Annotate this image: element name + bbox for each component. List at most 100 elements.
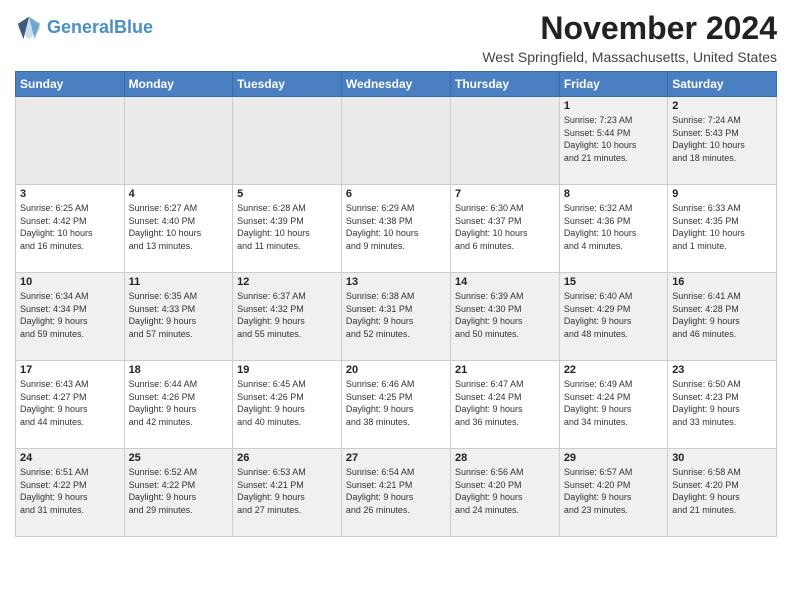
day-number: 2 <box>672 100 772 112</box>
day-number: 1 <box>564 100 663 112</box>
day-info: Sunrise: 6:38 AM Sunset: 4:31 PM Dayligh… <box>346 290 446 340</box>
day-number: 7 <box>455 188 555 200</box>
col-header-thursday: Thursday <box>450 72 559 97</box>
col-header-monday: Monday <box>124 72 233 97</box>
calendar-cell: 14 Sunrise: 6:39 AM Sunset: 4:30 PM Dayli… <box>450 273 559 361</box>
day-number: 11 <box>129 276 229 288</box>
calendar-cell: 4 Sunrise: 6:27 AM Sunset: 4:40 PM Daylig… <box>124 185 233 273</box>
calendar-cell: 8 Sunrise: 6:32 AM Sunset: 4:36 PM Daylig… <box>559 185 667 273</box>
month-title: November 2024 <box>482 10 777 47</box>
day-info: Sunrise: 6:39 AM Sunset: 4:30 PM Dayligh… <box>455 290 555 340</box>
calendar-cell: 17Sunrise: 6:43 AM Sunset: 4:27 PM Dayli… <box>16 361 125 449</box>
calendar-cell: 16 Sunrise: 6:41 AM Sunset: 4:28 PM Dayli… <box>668 273 777 361</box>
day-info: Sunrise: 6:52 AM Sunset: 4:22 PM Dayligh… <box>129 466 229 516</box>
calendar-table: SundayMondayTuesdayWednesdayThursdayFrid… <box>15 71 777 537</box>
day-info: Sunrise: 6:44 AM Sunset: 4:26 PM Dayligh… <box>129 378 229 428</box>
day-info: Sunrise: 6:46 AM Sunset: 4:25 PM Dayligh… <box>346 378 446 428</box>
calendar-cell: 27 Sunrise: 6:54 AM Sunset: 4:21 PM Dayli… <box>341 449 450 537</box>
calendar-cell: 7 Sunrise: 6:30 AM Sunset: 4:37 PM Daylig… <box>450 185 559 273</box>
location-text: West Springfield, Massachusetts, United … <box>482 49 777 65</box>
day-info: Sunrise: 6:28 AM Sunset: 4:39 PM Dayligh… <box>237 202 337 252</box>
col-header-sunday: Sunday <box>16 72 125 97</box>
day-number: 18 <box>129 364 229 376</box>
calendar-week-row: 3 Sunrise: 6:25 AM Sunset: 4:42 PM Daylig… <box>16 185 777 273</box>
title-block: November 2024 West Springfield, Massachu… <box>482 10 777 65</box>
day-number: 6 <box>346 188 446 200</box>
calendar-cell: 11 Sunrise: 6:35 AM Sunset: 4:33 PM Dayli… <box>124 273 233 361</box>
calendar-cell: 15Sunrise: 6:40 AM Sunset: 4:29 PM Dayli… <box>559 273 667 361</box>
day-number: 3 <box>20 188 120 200</box>
day-info: Sunrise: 6:41 AM Sunset: 4:28 PM Dayligh… <box>672 290 772 340</box>
day-number: 28 <box>455 452 555 464</box>
day-number: 5 <box>237 188 337 200</box>
calendar-cell: 10 Sunrise: 6:34 AM Sunset: 4:34 PM Dayli… <box>16 273 125 361</box>
calendar-week-row: 17Sunrise: 6:43 AM Sunset: 4:27 PM Dayli… <box>16 361 777 449</box>
calendar-cell: 12Sunrise: 6:37 AM Sunset: 4:32 PM Dayli… <box>233 273 342 361</box>
day-info: Sunrise: 6:45 AM Sunset: 4:26 PM Dayligh… <box>237 378 337 428</box>
day-number: 17 <box>20 364 120 376</box>
day-number: 27 <box>346 452 446 464</box>
day-number: 9 <box>672 188 772 200</box>
calendar-week-row: 1Sunrise: 7:23 AM Sunset: 5:44 PM Daylig… <box>16 97 777 185</box>
calendar-cell <box>233 97 342 185</box>
col-header-friday: Friday <box>559 72 667 97</box>
calendar-cell: 1Sunrise: 7:23 AM Sunset: 5:44 PM Daylig… <box>559 97 667 185</box>
day-number: 16 <box>672 276 772 288</box>
calendar-cell: 9 Sunrise: 6:33 AM Sunset: 4:35 PM Daylig… <box>668 185 777 273</box>
day-info: Sunrise: 6:35 AM Sunset: 4:33 PM Dayligh… <box>129 290 229 340</box>
day-number: 21 <box>455 364 555 376</box>
day-info: Sunrise: 6:34 AM Sunset: 4:34 PM Dayligh… <box>20 290 120 340</box>
day-number: 8 <box>564 188 663 200</box>
page-header: GeneralBlue November 2024 West Springfie… <box>15 10 777 65</box>
calendar-cell: 30Sunrise: 6:58 AM Sunset: 4:20 PM Dayli… <box>668 449 777 537</box>
col-header-saturday: Saturday <box>668 72 777 97</box>
day-number: 25 <box>129 452 229 464</box>
calendar-cell: 5 Sunrise: 6:28 AM Sunset: 4:39 PM Daylig… <box>233 185 342 273</box>
calendar-cell: 29 Sunrise: 6:57 AM Sunset: 4:20 PM Dayli… <box>559 449 667 537</box>
calendar-cell: 13 Sunrise: 6:38 AM Sunset: 4:31 PM Dayli… <box>341 273 450 361</box>
day-info: Sunrise: 6:47 AM Sunset: 4:24 PM Dayligh… <box>455 378 555 428</box>
calendar-cell <box>124 97 233 185</box>
calendar-cell: 25 Sunrise: 6:52 AM Sunset: 4:22 PM Dayli… <box>124 449 233 537</box>
calendar-cell: 18 Sunrise: 6:44 AM Sunset: 4:26 PM Dayli… <box>124 361 233 449</box>
col-header-tuesday: Tuesday <box>233 72 342 97</box>
calendar-cell: 22 Sunrise: 6:49 AM Sunset: 4:24 PM Dayli… <box>559 361 667 449</box>
day-info: Sunrise: 6:56 AM Sunset: 4:20 PM Dayligh… <box>455 466 555 516</box>
day-number: 10 <box>20 276 120 288</box>
col-header-wednesday: Wednesday <box>341 72 450 97</box>
calendar-cell: 21 Sunrise: 6:47 AM Sunset: 4:24 PM Dayli… <box>450 361 559 449</box>
day-info: Sunrise: 6:32 AM Sunset: 4:36 PM Dayligh… <box>564 202 663 252</box>
calendar-cell: 19 Sunrise: 6:45 AM Sunset: 4:26 PM Dayli… <box>233 361 342 449</box>
calendar-cell: 24Sunrise: 6:51 AM Sunset: 4:22 PM Dayli… <box>16 449 125 537</box>
day-number: 30 <box>672 452 772 464</box>
day-number: 29 <box>564 452 663 464</box>
day-info: Sunrise: 6:30 AM Sunset: 4:37 PM Dayligh… <box>455 202 555 252</box>
day-info: Sunrise: 6:33 AM Sunset: 4:35 PM Dayligh… <box>672 202 772 252</box>
day-info: Sunrise: 6:27 AM Sunset: 4:40 PM Dayligh… <box>129 202 229 252</box>
calendar-cell: 26 Sunrise: 6:53 AM Sunset: 4:21 PM Dayli… <box>233 449 342 537</box>
day-number: 13 <box>346 276 446 288</box>
day-info: Sunrise: 6:25 AM Sunset: 4:42 PM Dayligh… <box>20 202 120 252</box>
logo: GeneralBlue <box>15 14 153 42</box>
day-info: Sunrise: 6:54 AM Sunset: 4:21 PM Dayligh… <box>346 466 446 516</box>
day-number: 4 <box>129 188 229 200</box>
day-info: Sunrise: 6:57 AM Sunset: 4:20 PM Dayligh… <box>564 466 663 516</box>
calendar-week-row: 10 Sunrise: 6:34 AM Sunset: 4:34 PM Dayli… <box>16 273 777 361</box>
day-number: 14 <box>455 276 555 288</box>
calendar-cell: 28 Sunrise: 6:56 AM Sunset: 4:20 PM Dayli… <box>450 449 559 537</box>
day-info: Sunrise: 6:53 AM Sunset: 4:21 PM Dayligh… <box>237 466 337 516</box>
calendar-cell <box>16 97 125 185</box>
day-number: 22 <box>564 364 663 376</box>
calendar-cell <box>341 97 450 185</box>
calendar-header-row: SundayMondayTuesdayWednesdayThursdayFrid… <box>16 72 777 97</box>
calendar-cell: 2 Sunrise: 7:24 AM Sunset: 5:43 PM Daylig… <box>668 97 777 185</box>
day-number: 20 <box>346 364 446 376</box>
day-info: Sunrise: 6:49 AM Sunset: 4:24 PM Dayligh… <box>564 378 663 428</box>
day-info: Sunrise: 7:24 AM Sunset: 5:43 PM Dayligh… <box>672 114 772 164</box>
day-info: Sunrise: 6:29 AM Sunset: 4:38 PM Dayligh… <box>346 202 446 252</box>
day-number: 26 <box>237 452 337 464</box>
calendar-week-row: 24Sunrise: 6:51 AM Sunset: 4:22 PM Dayli… <box>16 449 777 537</box>
logo-text: GeneralBlue <box>47 18 153 38</box>
day-number: 19 <box>237 364 337 376</box>
calendar-cell: 3 Sunrise: 6:25 AM Sunset: 4:42 PM Daylig… <box>16 185 125 273</box>
